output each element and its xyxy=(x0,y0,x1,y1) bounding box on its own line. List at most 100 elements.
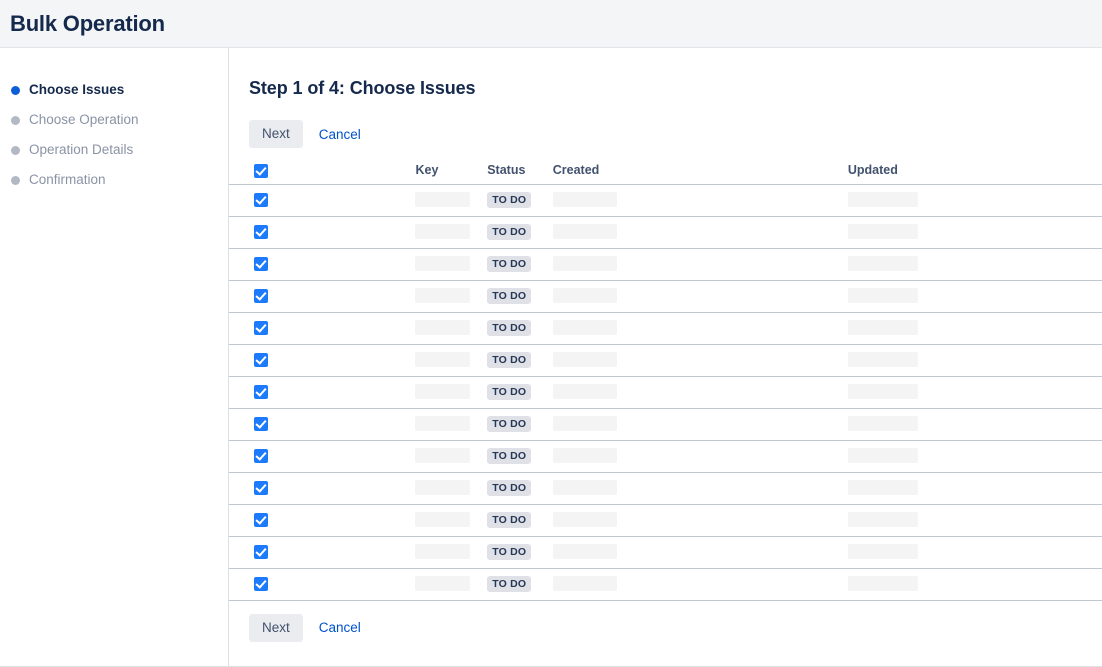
key-placeholder xyxy=(415,448,470,463)
row-select-cell xyxy=(229,344,415,376)
step-heading: Step 1 of 4: Choose Issues xyxy=(249,78,1102,99)
table-header-row: Key Status Created Updated xyxy=(229,157,1102,184)
cancel-link-bottom[interactable]: Cancel xyxy=(319,620,361,635)
cell-status: TO DO xyxy=(487,568,553,600)
row-checkbox[interactable] xyxy=(254,545,268,559)
cell-updated xyxy=(848,248,1098,280)
cancel-link-top[interactable]: Cancel xyxy=(319,127,361,142)
row-checkbox[interactable] xyxy=(254,417,268,431)
status-badge: TO DO xyxy=(487,544,531,560)
cell-status: TO DO xyxy=(487,472,553,504)
row-checkbox[interactable] xyxy=(254,481,268,495)
sidebar-item-confirmation[interactable]: Confirmation xyxy=(0,165,228,195)
cell-updated xyxy=(848,312,1098,344)
sidebar-item-choose-operation[interactable]: Choose Operation xyxy=(0,105,228,135)
cell-status: TO DO xyxy=(487,440,553,472)
sidebar-item-operation-details[interactable]: Operation Details xyxy=(0,135,228,165)
cell-spacer xyxy=(1098,184,1102,216)
cell-created xyxy=(553,536,848,568)
cell-spacer xyxy=(1098,376,1102,408)
row-checkbox[interactable] xyxy=(254,449,268,463)
row-select-cell xyxy=(229,216,415,248)
row-checkbox[interactable] xyxy=(254,193,268,207)
updated-placeholder xyxy=(848,512,918,527)
cell-updated xyxy=(848,440,1098,472)
table-row[interactable]: TO DO xyxy=(229,216,1102,248)
step-bullet-icon xyxy=(11,86,20,95)
step-bullet-icon xyxy=(11,146,20,155)
cell-key xyxy=(415,504,487,536)
cell-updated xyxy=(848,472,1098,504)
created-placeholder xyxy=(553,544,617,559)
created-placeholder xyxy=(553,384,617,399)
cell-created xyxy=(553,440,848,472)
select-all-header xyxy=(229,157,415,184)
cell-status: TO DO xyxy=(487,376,553,408)
cell-spacer xyxy=(1098,472,1102,504)
row-checkbox[interactable] xyxy=(254,225,268,239)
table-row[interactable]: TO DO xyxy=(229,408,1102,440)
table-row[interactable]: TO DO xyxy=(229,344,1102,376)
column-header-created[interactable]: Created xyxy=(553,157,848,184)
row-select-cell xyxy=(229,472,415,504)
row-checkbox[interactable] xyxy=(254,257,268,271)
next-button-bottom[interactable]: Next xyxy=(249,614,303,642)
next-button-top[interactable]: Next xyxy=(249,120,303,148)
table-row[interactable]: TO DO xyxy=(229,472,1102,504)
row-checkbox[interactable] xyxy=(254,289,268,303)
created-placeholder xyxy=(553,256,617,271)
table-row[interactable]: TO DO xyxy=(229,184,1102,216)
select-all-checkbox[interactable] xyxy=(254,164,268,178)
updated-placeholder xyxy=(848,544,918,559)
status-badge: TO DO xyxy=(487,352,531,368)
table-row[interactable]: TO DO xyxy=(229,312,1102,344)
created-placeholder xyxy=(553,576,617,591)
updated-placeholder xyxy=(848,384,918,399)
table-row[interactable]: TO DO xyxy=(229,568,1102,600)
updated-placeholder xyxy=(848,288,918,303)
cell-status: TO DO xyxy=(487,504,553,536)
row-checkbox[interactable] xyxy=(254,577,268,591)
cell-key xyxy=(415,408,487,440)
column-header-updated[interactable]: Updated xyxy=(848,157,1098,184)
sidebar-item-choose-issues[interactable]: Choose Issues xyxy=(0,75,228,105)
row-checkbox[interactable] xyxy=(254,513,268,527)
updated-placeholder xyxy=(848,448,918,463)
table-body: TO DOTO DOTO DOTO DOTO DOTO DOTO DOTO DO… xyxy=(229,184,1102,600)
status-badge: TO DO xyxy=(487,512,531,528)
key-placeholder xyxy=(415,480,470,495)
table-row[interactable]: TO DO xyxy=(229,248,1102,280)
cell-created xyxy=(553,216,848,248)
cell-updated xyxy=(848,568,1098,600)
table-row[interactable]: TO DO xyxy=(229,440,1102,472)
status-badge: TO DO xyxy=(487,224,531,240)
created-placeholder xyxy=(553,224,617,239)
cell-spacer xyxy=(1098,248,1102,280)
row-checkbox[interactable] xyxy=(254,353,268,367)
row-select-cell xyxy=(229,312,415,344)
table-row[interactable]: TO DO xyxy=(229,376,1102,408)
row-select-cell xyxy=(229,504,415,536)
row-checkbox[interactable] xyxy=(254,385,268,399)
cell-key xyxy=(415,344,487,376)
cell-spacer xyxy=(1098,344,1102,376)
column-header-key[interactable]: Key xyxy=(415,157,487,184)
created-placeholder xyxy=(553,352,617,367)
cell-spacer xyxy=(1098,440,1102,472)
cell-key xyxy=(415,216,487,248)
table-row[interactable]: TO DO xyxy=(229,536,1102,568)
cell-created xyxy=(553,568,848,600)
wizard-sidebar: Choose Issues Choose Operation Operation… xyxy=(0,48,229,667)
cell-spacer xyxy=(1098,280,1102,312)
key-placeholder xyxy=(415,224,470,239)
row-checkbox[interactable] xyxy=(254,321,268,335)
row-select-cell xyxy=(229,536,415,568)
status-badge: TO DO xyxy=(487,384,531,400)
cell-spacer xyxy=(1098,408,1102,440)
cell-spacer xyxy=(1098,568,1102,600)
table-row[interactable]: TO DO xyxy=(229,280,1102,312)
table-row[interactable]: TO DO xyxy=(229,504,1102,536)
sidebar-item-label: Operation Details xyxy=(29,143,133,157)
key-placeholder xyxy=(415,512,470,527)
column-header-status[interactable]: Status xyxy=(487,157,553,184)
